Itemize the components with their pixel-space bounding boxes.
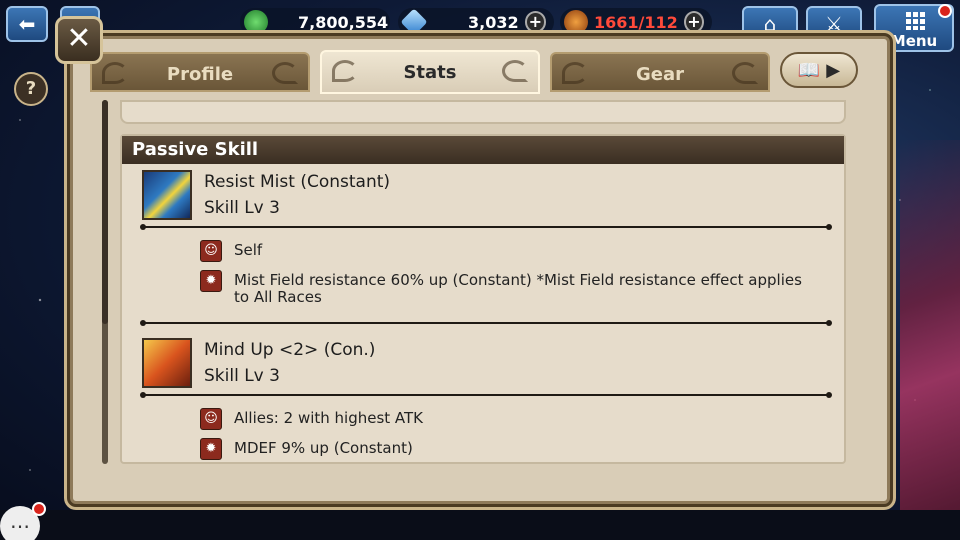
- house-icon: ⌂: [763, 12, 777, 36]
- sword-icon: ⚔: [825, 12, 843, 36]
- menu-notification-dot: [938, 4, 952, 18]
- menu-label: Menu: [890, 32, 938, 50]
- stats-content: Passive Skill Resist Mist (Constant) Ski…: [120, 96, 846, 466]
- crystals-value: 3,032: [468, 12, 519, 32]
- person-icon: ☺: [200, 240, 222, 262]
- tab-profile-label: Profile: [166, 64, 234, 85]
- lore-book-button[interactable]: 📖 ▶: [780, 52, 858, 88]
- skill-name: Mind Up <2> (Con.): [204, 340, 376, 360]
- skill-level: Skill Lv 3: [204, 198, 280, 218]
- skill-effect: ✹ Mist Field resistance 60% up (Constant…: [200, 270, 820, 306]
- gems-value: 7,800,554: [298, 12, 389, 32]
- gem-icon: [244, 10, 268, 34]
- character-art: [900, 140, 960, 540]
- swirl-ornament-icon: [732, 62, 758, 84]
- skill-target: ☺ Allies: 2 with highest ATK: [200, 408, 820, 430]
- skill-entry: Mind Up <2> (Con.) Skill Lv 3 ☺ Allies: …: [140, 338, 832, 468]
- ellipsis-icon: …: [10, 509, 30, 533]
- swirl-ornament-icon: [332, 60, 358, 82]
- add-stamina-button[interactable]: +: [683, 11, 704, 33]
- skill-level: Skill Lv 3: [204, 366, 280, 386]
- back-button[interactable]: ⬅: [6, 6, 48, 42]
- swirl-ornament-icon: [562, 62, 588, 84]
- tab-profile[interactable]: Profile: [90, 52, 310, 92]
- bottom-bar: [0, 510, 960, 540]
- swirl-ornament-icon: [102, 62, 128, 84]
- person-icon: ☺: [200, 408, 222, 430]
- tab-stats-label: Stats: [403, 62, 457, 83]
- burst-icon: ✹: [200, 270, 222, 292]
- add-crystals-button[interactable]: +: [524, 11, 546, 33]
- divider: [140, 320, 832, 326]
- close-button[interactable]: ✕: [55, 16, 103, 64]
- swirl-ornament-icon: [502, 60, 528, 82]
- gems-counter: 7,800,554: [240, 8, 390, 36]
- section-title: Passive Skill: [122, 136, 844, 164]
- divider: [140, 392, 832, 398]
- skill-effect: ✹ MDEF 9% up (Constant): [200, 438, 820, 460]
- skill-target-text: Allies: 2 with highest ATK: [234, 409, 424, 427]
- book-icon: 📖: [797, 59, 821, 81]
- skill-name: Resist Mist (Constant): [204, 172, 391, 192]
- tab-gear[interactable]: Gear: [550, 52, 770, 92]
- stamina-counter: 1661/112 +: [560, 8, 712, 36]
- grid-icon: [906, 12, 926, 30]
- scrollbar[interactable]: [102, 100, 108, 464]
- passive-skill-section: Passive Skill Resist Mist (Constant) Ski…: [120, 134, 846, 464]
- meat-icon: [564, 10, 588, 34]
- help-button[interactable]: ?: [14, 72, 48, 106]
- burst-icon: ✹: [200, 438, 222, 460]
- skill-target-text: Self: [234, 241, 263, 259]
- resist-mist-icon: [142, 170, 192, 220]
- previous-section-card: [120, 100, 846, 124]
- stamina-value: 1661/112: [594, 12, 678, 32]
- close-icon: ✕: [66, 21, 92, 56]
- scroll-thumb[interactable]: [102, 100, 108, 324]
- play-arrow-icon: ▶: [826, 59, 841, 81]
- crystals-counter: 3,032 +: [398, 8, 554, 36]
- chat-notification-dot: [32, 502, 46, 516]
- diamond-icon: [400, 8, 428, 36]
- divider: [140, 224, 832, 230]
- panel-tabs: Profile Stats Gear: [90, 50, 870, 94]
- mind-up-icon: [142, 338, 192, 388]
- tab-stats[interactable]: Stats: [320, 50, 540, 94]
- skill-effect-text: Mist Field resistance 60% up (Constant) …: [234, 271, 802, 306]
- skill-entry: Resist Mist (Constant) Skill Lv 3 ☺ Self…: [140, 170, 832, 326]
- swirl-ornament-icon: [272, 62, 298, 84]
- back-arrow-icon: ⬅: [18, 12, 36, 36]
- skill-target: ☺ Self: [200, 240, 820, 262]
- tab-gear-label: Gear: [635, 64, 684, 85]
- skill-effect-text: MDEF 9% up (Constant): [234, 439, 413, 457]
